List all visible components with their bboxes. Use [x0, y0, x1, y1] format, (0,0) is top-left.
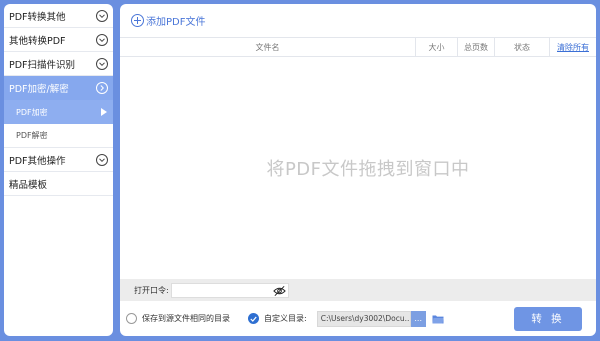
output-options: 保存到源文件相同的目录 自定义目录: C:\Users\dy3002\Docu.…	[120, 301, 596, 336]
chevron-down-icon	[96, 9, 108, 22]
sidebar-item-label: PDF转换其他	[9, 11, 66, 23]
toolbar: 添加PDF文件	[120, 4, 596, 37]
sidebar-item-label: 精品模板	[9, 179, 48, 191]
password-input[interactable]	[171, 283, 272, 297]
chevron-right-icon	[96, 81, 108, 94]
same-dir-radio[interactable]	[126, 313, 137, 324]
column-header-filename[interactable]: 文件名	[120, 38, 416, 56]
password-label: 打开口令:	[134, 285, 169, 295]
password-bar: 打开口令:	[120, 279, 596, 301]
add-pdf-label: 添加PDF文件	[146, 17, 206, 28]
check-icon	[250, 316, 257, 322]
sidebar-subitem-label: PDF加密	[16, 107, 48, 117]
sidebar-item-pdf-scan-ocr[interactable]: PDF扫描件识别	[4, 52, 113, 76]
column-header-status[interactable]: 状态	[495, 38, 550, 56]
sidebar-item-pdf-to-other[interactable]: PDF转换其他	[4, 4, 113, 28]
folder-icon[interactable]	[432, 314, 444, 324]
sidebar-item-label: 其他转换PDF	[9, 35, 66, 47]
sidebar-item-other-to-pdf[interactable]: 其他转换PDF	[4, 28, 113, 52]
password-field	[170, 282, 289, 298]
column-header-size[interactable]: 大小	[416, 38, 458, 56]
chevron-down-icon	[96, 57, 108, 70]
sidebar-item-pdf-other-ops[interactable]: PDF其他操作	[4, 148, 113, 172]
chevron-down-icon	[96, 33, 108, 46]
custom-dir-radio[interactable]	[248, 313, 259, 324]
sidebar: PDF转换其他 其他转换PDF PDF扫描件识别 PDF加密/解密 PDF加密 …	[4, 4, 113, 336]
same-dir-label: 保存到源文件相同的目录	[142, 314, 230, 323]
sidebar-item-label: PDF扫描件识别	[9, 59, 76, 71]
plus-circle-icon	[131, 14, 144, 27]
sidebar-item-templates[interactable]: 精品模板	[4, 172, 113, 196]
arrow-right-icon	[101, 108, 107, 116]
convert-button[interactable]: 转 换	[514, 306, 582, 331]
drop-hint-text: 将PDF文件拖拽到窗口中	[266, 159, 470, 180]
sidebar-item-label: PDF加密/解密	[9, 83, 69, 95]
clear-all-link[interactable]: 清除所有	[550, 38, 596, 56]
sidebar-subitem-pdf-encrypt[interactable]: PDF加密	[4, 100, 113, 124]
eye-hidden-icon[interactable]	[272, 285, 286, 297]
sidebar-item-label: PDF其他操作	[9, 155, 66, 167]
browse-button[interactable]: ...	[410, 310, 426, 327]
sidebar-subitem-pdf-decrypt[interactable]: PDF解密	[4, 124, 113, 148]
output-path-field[interactable]: C:\Users\dy3002\Docu...	[316, 310, 411, 327]
sidebar-subitem-label: PDF解密	[16, 131, 48, 140]
column-header-pages[interactable]: 总页数	[458, 38, 495, 56]
chevron-down-icon	[96, 153, 108, 166]
sidebar-item-pdf-encrypt-decrypt[interactable]: PDF加密/解密	[4, 76, 113, 100]
file-table-header: 文件名 大小 总页数 状态 清除所有	[120, 37, 596, 57]
file-drop-zone[interactable]: 将PDF文件拖拽到窗口中	[120, 57, 596, 279]
custom-dir-label: 自定义目录:	[264, 314, 307, 323]
add-pdf-button[interactable]: 添加PDF文件	[131, 13, 205, 28]
main-panel: 添加PDF文件 文件名 大小 总页数 状态 清除所有 将PDF文件拖拽到窗口中 …	[120, 4, 596, 336]
